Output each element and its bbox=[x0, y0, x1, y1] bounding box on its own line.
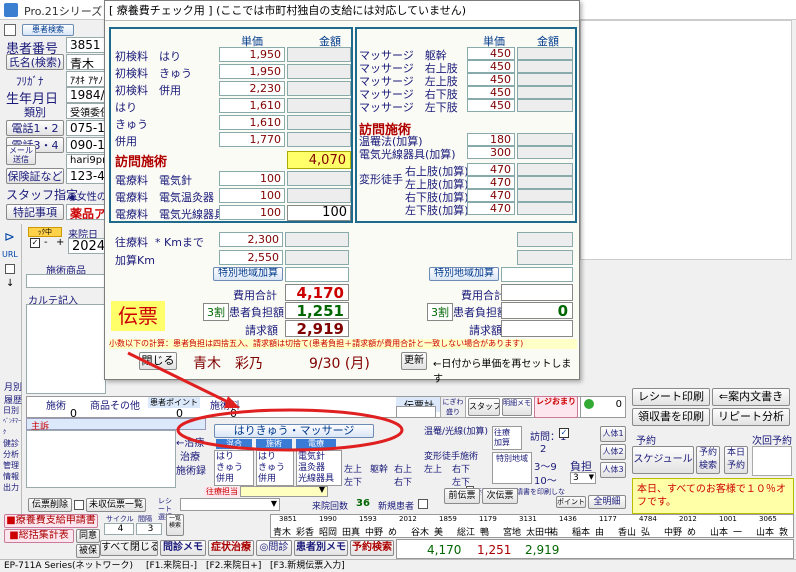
annotation-overlay bbox=[127, 351, 404, 452]
annotation-oval bbox=[176, 408, 404, 452]
annotation-arrow-head bbox=[224, 396, 240, 408]
annotation-arrow-line bbox=[127, 351, 231, 405]
